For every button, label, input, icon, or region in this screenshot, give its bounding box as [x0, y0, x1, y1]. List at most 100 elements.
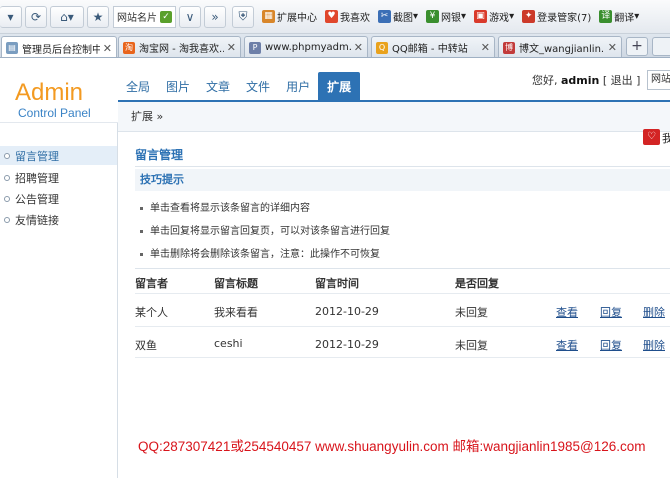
- reply-link[interactable]: 回复: [600, 304, 622, 320]
- close-icon[interactable]: ✕: [608, 41, 617, 54]
- taobao-icon: 淘: [123, 41, 135, 54]
- column-header-time: 留言时间: [315, 277, 359, 290]
- nav-users[interactable]: 用户: [278, 72, 318, 101]
- cell-date: 2012-10-29: [315, 338, 379, 351]
- bullet-icon: [140, 206, 143, 210]
- browser-toolbar: ▾ ⟳ ⌂▾ ★ 网站名片 ✓ ∨ » ⛨ ▦ 扩展中心 ♥ 我喜欢 ✂ 截图 ▾ ¥ 网…: [0, 0, 670, 34]
- tab-admin-panel[interactable]: ▤ 管理员后台控制中... ✕: [1, 36, 117, 57]
- column-header-title: 留言标题: [214, 277, 258, 290]
- bullet-icon: [4, 152, 10, 159]
- tab-taobao[interactable]: 淘 淘宝网 - 淘我喜欢... ✕: [118, 36, 241, 57]
- nav-files[interactable]: 文件: [238, 72, 278, 101]
- toolbar-link-screenshot[interactable]: ✂ 截图 ▾: [378, 9, 418, 24]
- page-icon: ▤: [6, 42, 18, 54]
- tab-phpmyadmin[interactable]: P www.phpmyadm... ✕: [244, 36, 368, 57]
- site-card-icon: ✓: [160, 10, 172, 23]
- logout-link[interactable]: 退出: [611, 74, 633, 87]
- heart-icon: ♥: [325, 10, 338, 23]
- sidebar-item-friend-links[interactable]: 友情链接: [0, 210, 117, 229]
- tab-list-button[interactable]: [652, 37, 670, 56]
- page-title: 留言管理: [135, 148, 184, 162]
- login-manager-icon: ✦: [522, 10, 536, 23]
- divider: [135, 268, 670, 269]
- logout-bracket-close: ]: [636, 74, 641, 87]
- nav-extensions[interactable]: 扩展: [318, 72, 361, 101]
- reply-link[interactable]: 回复: [600, 337, 622, 353]
- toolbar-link-like[interactable]: ♥ 我喜欢: [325, 9, 370, 24]
- like-label: 我: [662, 132, 670, 145]
- bullet-icon: [4, 174, 10, 181]
- browser-tab-strip: ▤ 管理员后台控制中... ✕ 淘 淘宝网 - 淘我喜欢... ✕ P www.…: [0, 34, 670, 58]
- dropdown-arrow-button[interactable]: ▾: [0, 5, 22, 28]
- toolbar-link-bank[interactable]: ¥ 网银 ▾: [426, 9, 466, 24]
- divider: [135, 166, 670, 167]
- delete-link[interactable]: 删除: [643, 337, 665, 353]
- logout-bracket-open: [: [602, 74, 608, 87]
- close-icon[interactable]: ✕: [354, 41, 363, 54]
- table-divider: [135, 326, 670, 327]
- address-label: 网站名片: [117, 13, 157, 24]
- cell-title: 我来看看: [214, 306, 258, 319]
- shield-icon[interactable]: ⛨: [232, 5, 254, 28]
- cell-replied: 未回复: [455, 339, 488, 352]
- greeting: 您好,: [532, 74, 558, 87]
- tab-qq-mail[interactable]: Q QQ邮箱 - 中转站 ✕: [371, 36, 495, 57]
- like-heart-icon[interactable]: ♡: [643, 129, 660, 145]
- address-box[interactable]: 网站名片 ✓: [113, 5, 176, 28]
- tip-item: 单击回复将显示留言回复页，可以对该条留言进行回复: [140, 222, 390, 237]
- blog-icon: 博: [503, 41, 515, 54]
- sidebar-item-recruitment[interactable]: 招聘管理: [0, 168, 117, 187]
- cell-date: 2012-10-29: [315, 305, 379, 318]
- bullet-icon: [140, 229, 143, 233]
- bullet-icon: [4, 216, 10, 223]
- username: admin: [561, 74, 600, 87]
- home-button[interactable]: ⌂▾: [50, 5, 84, 28]
- toolbar-link-game[interactable]: ▣ 游戏 ▾: [474, 9, 514, 24]
- translate-icon: 译: [599, 10, 613, 23]
- new-tab-button[interactable]: +: [626, 37, 648, 56]
- contact-info: QQ:287307421或254540457 www.shuangyulin.c…: [138, 439, 646, 454]
- column-header-replied: 是否回复: [455, 277, 499, 290]
- cell-title: ceshi: [214, 337, 243, 350]
- extension-center-icon: ▦: [262, 10, 275, 23]
- table-divider: [135, 293, 670, 294]
- sidebar-divider: [0, 122, 118, 123]
- bullet-icon: [140, 252, 143, 256]
- tip-item: 单击删除将会删除该条留言，注意：此操作不可恢复: [140, 245, 380, 260]
- bullet-icon: [4, 195, 10, 202]
- tab-blog[interactable]: 博 博文_wangjianlin... ✕: [498, 36, 622, 57]
- user-bar: 您好, admin [ 退出 ]: [532, 72, 640, 88]
- table-divider: [135, 357, 670, 358]
- close-icon[interactable]: ✕: [481, 41, 490, 54]
- favorite-star-button[interactable]: ★: [87, 5, 109, 28]
- nav-images[interactable]: 图片: [158, 72, 198, 101]
- tips-heading: 技巧提示: [135, 169, 670, 191]
- close-icon[interactable]: ✕: [103, 42, 112, 55]
- go-forward-button[interactable]: »: [204, 5, 226, 28]
- site-search-input[interactable]: 网站: [647, 70, 670, 90]
- sidebar-item-announcements[interactable]: 公告管理: [0, 189, 117, 208]
- close-icon[interactable]: ✕: [227, 41, 236, 54]
- view-link[interactable]: 查看: [556, 304, 578, 320]
- view-link[interactable]: 查看: [556, 337, 578, 353]
- cell-replied: 未回复: [455, 306, 488, 319]
- sidebar-item-messages[interactable]: 留言管理: [0, 146, 117, 165]
- tip-item: 单击查看将显示该条留言的详细内容: [140, 199, 310, 214]
- delete-link[interactable]: 删除: [643, 304, 665, 320]
- admin-logo: Admin Control Panel: [0, 61, 118, 121]
- nav-global[interactable]: 全局: [118, 72, 158, 101]
- logo-main-text: Admin: [15, 79, 84, 106]
- toolbar-link-login-manager[interactable]: ✦ 登录管家(7): [522, 9, 591, 24]
- nav-articles[interactable]: 文章: [198, 72, 238, 101]
- address-dropdown-button[interactable]: ∨: [179, 5, 201, 28]
- sidebar: 留言管理 招聘管理 公告管理 友情链接: [0, 122, 118, 478]
- column-header-author: 留言者: [135, 277, 168, 290]
- toolbar-link-extension[interactable]: ▦ 扩展中心: [262, 9, 317, 24]
- qq-mail-icon: Q: [376, 41, 388, 54]
- refresh-button[interactable]: ⟳: [25, 5, 47, 28]
- logo-sub-text: Control Panel: [18, 106, 91, 120]
- breadcrumb: 扩展 »: [118, 102, 670, 132]
- top-nav: 全局 图片 文章 文件 用户 扩展: [118, 72, 361, 101]
- screenshot-icon: ✂: [378, 10, 391, 23]
- toolbar-link-translate[interactable]: 译翻译 ▾: [599, 9, 639, 24]
